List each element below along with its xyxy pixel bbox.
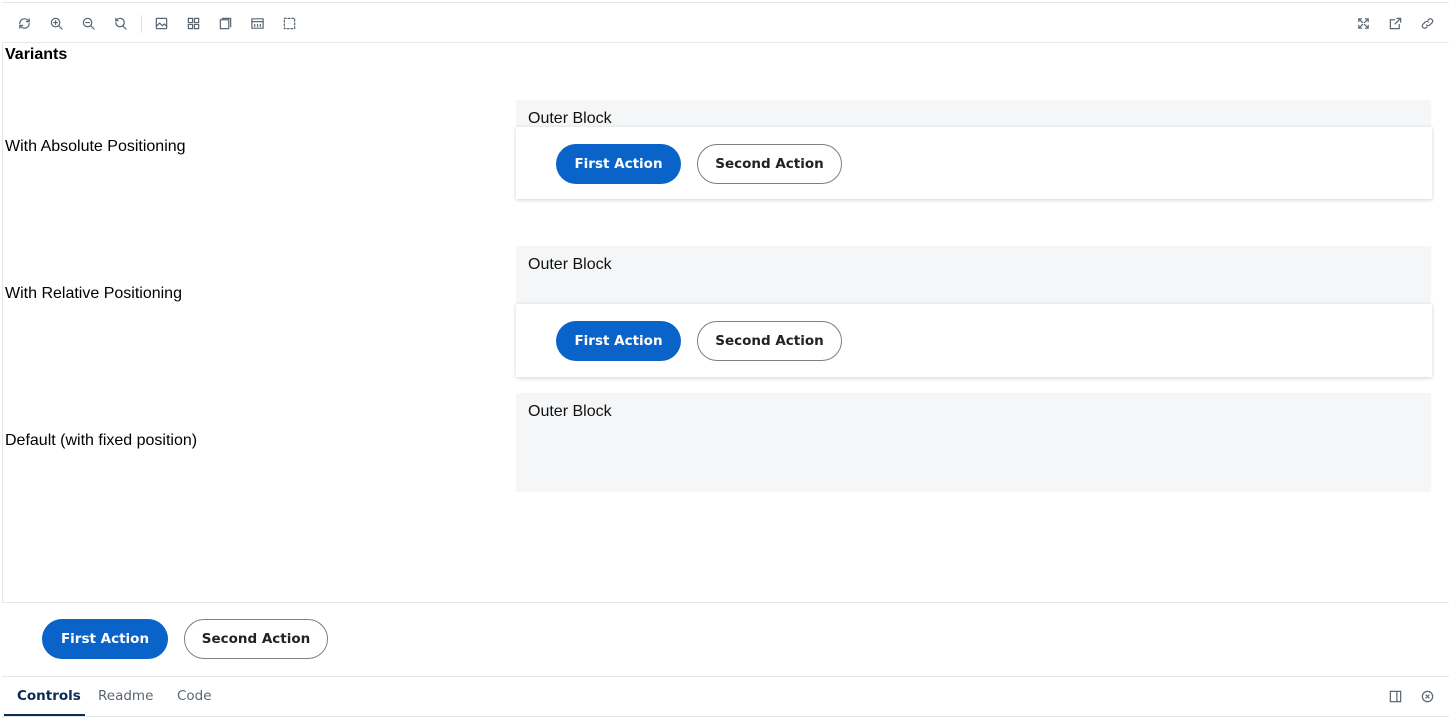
open-new-tab-icon[interactable] (1386, 14, 1404, 32)
viewport-icon[interactable] (216, 14, 234, 32)
second-action-button[interactable]: Second Action (697, 144, 842, 184)
close-icon[interactable] (1420, 689, 1436, 705)
preview-toolbar (2, 3, 1449, 43)
zoom-in-icon[interactable] (47, 14, 65, 32)
outer-block-default: Outer Block (516, 393, 1431, 492)
first-action-button[interactable]: First Action (556, 144, 681, 184)
grid-icon[interactable] (184, 14, 202, 32)
outer-block-text: Outer Block (528, 403, 612, 420)
outer-block-text: Outer Block (528, 256, 612, 273)
measure-icon[interactable] (248, 14, 266, 32)
outer-block-text: Outer Block (528, 110, 612, 127)
addons-panel: Controls Readme Code (2, 676, 1449, 717)
first-action-button[interactable]: First Action (42, 619, 168, 659)
toolbar-separator (141, 15, 142, 33)
copy-link-icon[interactable] (1418, 14, 1436, 32)
fullscreen-icon[interactable] (1354, 14, 1372, 32)
outer-block-relative: Outer Block (516, 246, 1431, 304)
row-label-default: Default (with fixed position) (5, 432, 198, 449)
row-label-absolute: With Absolute Positioning (5, 138, 186, 155)
action-bar-relative: First Action Second Action (516, 304, 1432, 377)
background-icon[interactable] (152, 14, 170, 32)
tab-controls[interactable]: Controls (17, 688, 81, 704)
action-bar-fixed: First Action Second Action (2, 602, 1449, 676)
tab-code[interactable]: Code (177, 688, 212, 704)
outline-icon[interactable] (280, 14, 298, 32)
zoom-reset-icon[interactable] (111, 14, 129, 32)
variants-heading: Variants (5, 46, 68, 63)
row-label-relative: With Relative Positioning (5, 285, 182, 302)
bottom-border (2, 716, 1449, 717)
action-bar-absolute: First Action Second Action (516, 127, 1432, 199)
panel-toggle-icon[interactable] (1388, 689, 1404, 705)
second-action-button[interactable]: Second Action (697, 321, 842, 361)
reload-icon[interactable] (15, 14, 33, 32)
tab-readme[interactable]: Readme (98, 688, 153, 704)
second-action-button[interactable]: Second Action (184, 619, 328, 659)
first-action-button[interactable]: First Action (556, 321, 681, 361)
zoom-out-icon[interactable] (79, 14, 97, 32)
